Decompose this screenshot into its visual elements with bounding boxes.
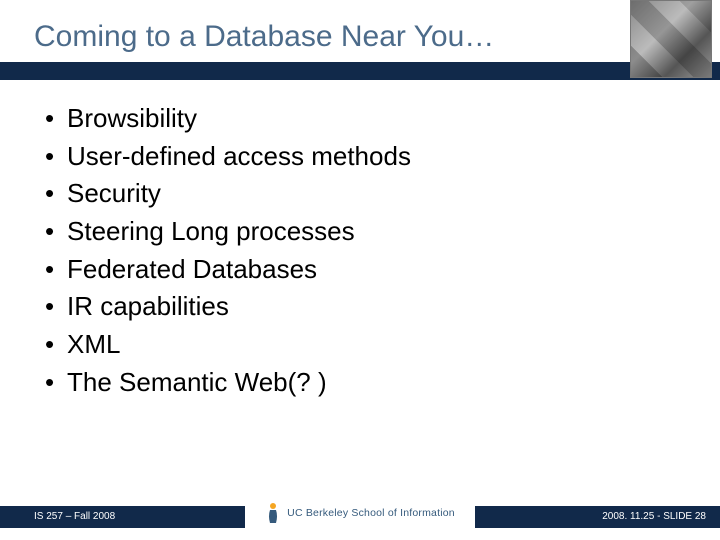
bullet-dot-icon: •: [45, 326, 67, 364]
bullet-dot-icon: •: [45, 100, 67, 138]
bullet-dot-icon: •: [45, 175, 67, 213]
list-item-text: IR capabilities: [67, 288, 229, 326]
list-item: • Browsibility: [45, 100, 680, 138]
list-item-text: Steering Long processes: [67, 213, 355, 251]
list-item: • Steering Long processes: [45, 213, 680, 251]
list-item-text: The Semantic Web(? ): [67, 364, 327, 402]
bullet-dot-icon: •: [45, 288, 67, 326]
slide-body: • Browsibility • User-defined access met…: [45, 100, 680, 402]
list-item-text: Browsibility: [67, 100, 197, 138]
list-item: • Security: [45, 175, 680, 213]
bullet-dot-icon: •: [45, 138, 67, 176]
footer-logo-text: UC Berkeley School of Information: [287, 507, 455, 519]
bullet-dot-icon: •: [45, 213, 67, 251]
list-item: • The Semantic Web(? ): [45, 364, 680, 402]
decorative-corner-image: [630, 0, 712, 78]
list-item-text: Security: [67, 175, 161, 213]
list-item: • User-defined access methods: [45, 138, 680, 176]
list-item-text: User-defined access methods: [67, 138, 411, 176]
bullet-list: • Browsibility • User-defined access met…: [45, 100, 680, 402]
footer-logo: UC Berkeley School of Information: [245, 498, 475, 528]
footer-course-label: IS 257 – Fall 2008: [34, 506, 115, 528]
slide-footer: IS 257 – Fall 2008 UC Berkeley School of…: [0, 506, 720, 528]
ischool-logo-icon: [265, 502, 281, 524]
list-item: • XML: [45, 326, 680, 364]
bullet-dot-icon: •: [45, 251, 67, 289]
list-item-text: XML: [67, 326, 120, 364]
list-item: • Federated Databases: [45, 251, 680, 289]
list-item-text: Federated Databases: [67, 251, 317, 289]
title-bar: Coming to a Database Near You…: [0, 0, 720, 70]
list-item: • IR capabilities: [45, 288, 680, 326]
slide-title: Coming to a Database Near You…: [34, 20, 494, 54]
title-underbar: [0, 62, 720, 80]
bullet-dot-icon: •: [45, 364, 67, 402]
slide: Coming to a Database Near You… • Browsib…: [0, 0, 720, 540]
footer-date-slide-label: 2008. 11.25 - SLIDE 28: [602, 506, 706, 528]
